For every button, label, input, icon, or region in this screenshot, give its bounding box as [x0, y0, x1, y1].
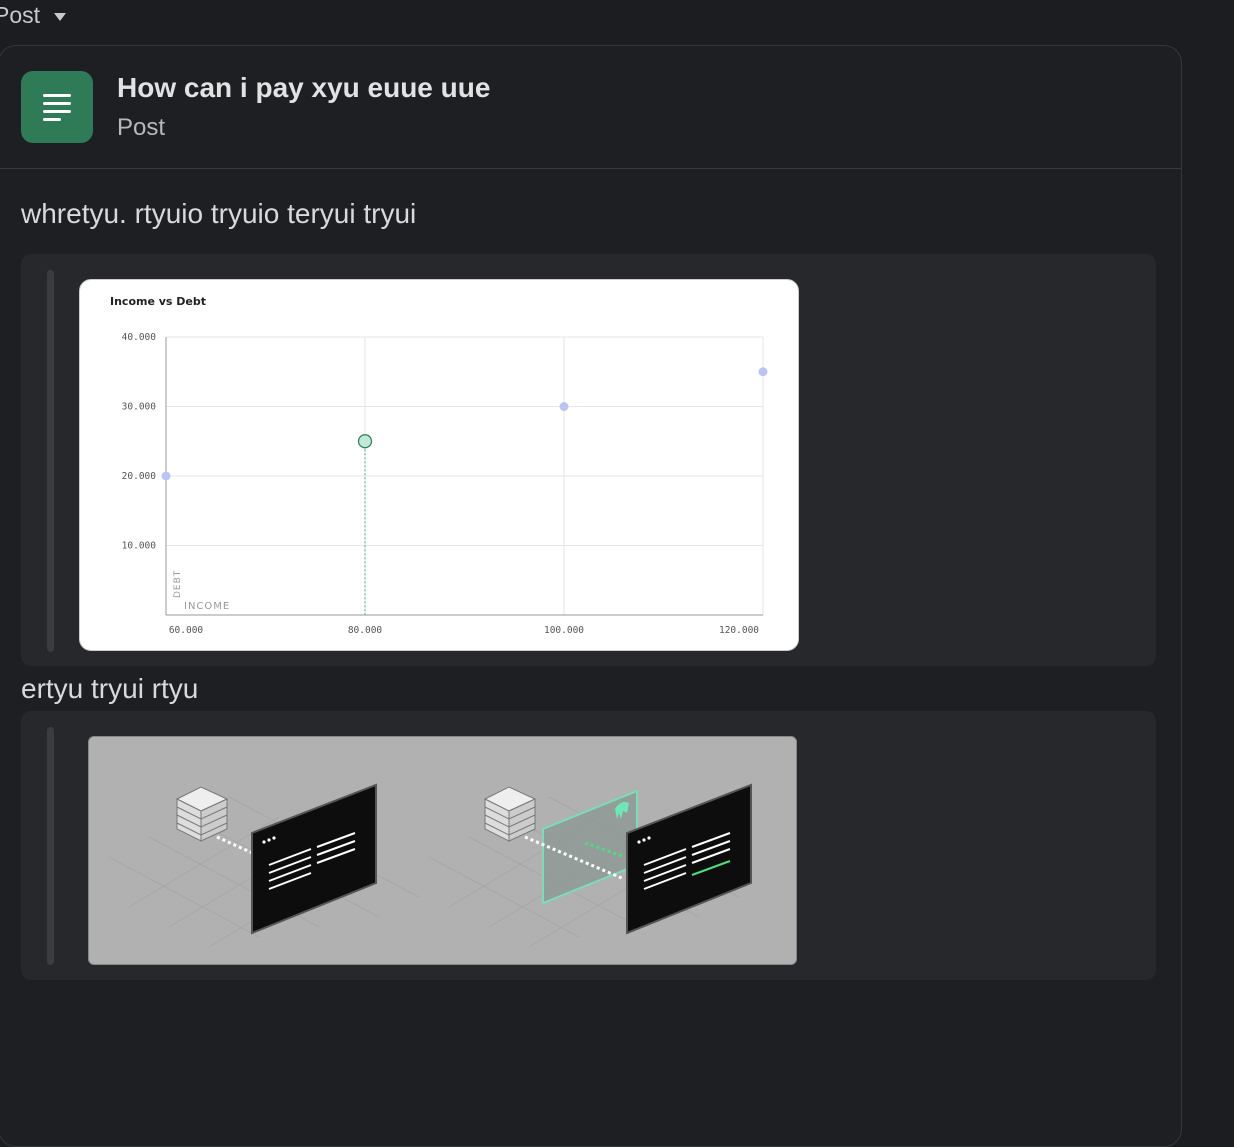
chart-attachment[interactable]: Income vs Debt 60.000 80.000 100.000 120.00… — [21, 254, 1156, 666]
terminal-screen-icon — [626, 783, 752, 935]
y-tick-label: 30.000 — [122, 402, 157, 413]
quote-bar — [47, 270, 54, 652]
quote-bar — [47, 727, 54, 965]
data-point — [161, 471, 171, 481]
y-tick-label: 40.000 — [122, 332, 157, 343]
x-tick-label: 60.000 — [169, 625, 204, 636]
y-tick-label: 20.000 — [122, 471, 157, 482]
post-type-label: Post — [0, 2, 41, 28]
terminal-screen-icon — [251, 783, 377, 935]
post-type-dropdown[interactable]: Post — [0, 2, 67, 29]
x-axis-label: INCOME — [184, 601, 230, 612]
post-header: How can i pay xyu euue uue Post — [0, 46, 1181, 169]
post-paragraph: whretyu. rtyuio tryuio teryui tryui — [21, 198, 417, 229]
y-tick-label: 10.000 — [122, 541, 157, 552]
post-type: Post — [117, 114, 166, 141]
data-point — [758, 367, 768, 377]
database-icon — [175, 786, 229, 842]
income-debt-chart: Income vs Debt 60.000 80.000 100.000 120.00… — [110, 295, 768, 636]
isometric-illustration — [88, 736, 797, 965]
post-card: How can i pay xyu euue uue Post whretyu.… — [0, 45, 1182, 1147]
chart-card: Income vs Debt 60.000 80.000 100.000 120.00… — [79, 279, 799, 651]
document-lines-icon — [21, 71, 93, 143]
post-paragraph: ertyu tryui rtyu — [21, 673, 199, 704]
caret-down-icon — [54, 12, 67, 21]
x-tick-label: 100.000 — [544, 625, 584, 636]
x-tick-label: 80.000 — [348, 625, 383, 636]
image-attachment[interactable] — [21, 711, 1156, 980]
chart-title: Income vs Debt — [110, 295, 206, 308]
data-point-highlighted — [357, 434, 373, 449]
data-point — [559, 402, 569, 411]
database-icon — [483, 786, 537, 842]
filter-panel-icon — [542, 789, 638, 905]
y-axis-label: DEBT — [173, 570, 183, 598]
data-flow-illustration — [108, 783, 752, 948]
post-title: How can i pay xyu euue uue — [117, 72, 491, 103]
x-tick-label: 120.000 — [719, 625, 759, 636]
